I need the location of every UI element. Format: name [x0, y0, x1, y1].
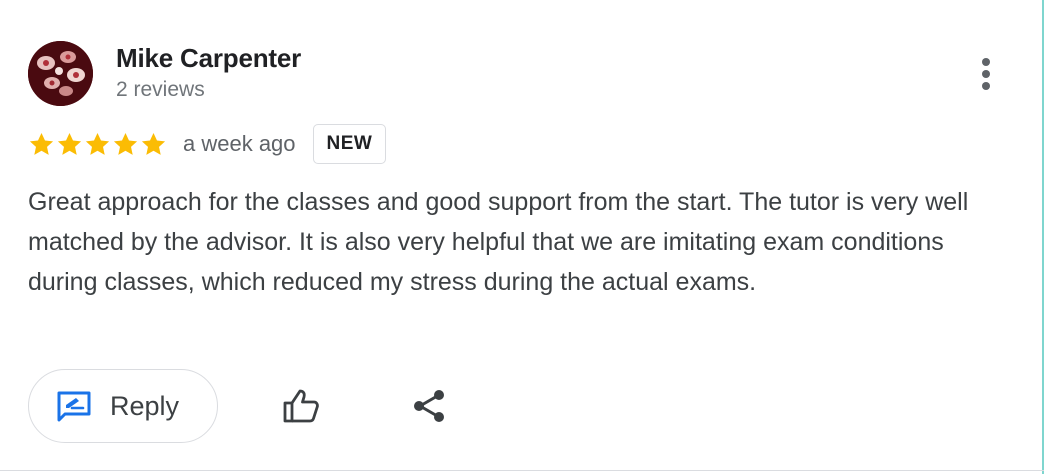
- star-icon: [141, 132, 166, 155]
- thumbs-up-icon: [283, 389, 319, 423]
- reply-label: Reply: [110, 390, 180, 421]
- share-icon: [414, 390, 444, 422]
- star-icon: [113, 132, 138, 155]
- rating-row: a week ago NEW: [28, 122, 387, 166]
- like-button[interactable]: [276, 381, 326, 431]
- reply-edit-icon: [57, 391, 91, 422]
- reply-button[interactable]: Reply: [28, 369, 218, 443]
- review-time: a week ago: [183, 131, 296, 156]
- avatar[interactable]: [28, 41, 93, 106]
- avatar-photo: [28, 41, 93, 106]
- star-icon: [29, 132, 54, 155]
- review-text: Great approach for the classes and good …: [28, 188, 969, 296]
- new-badge: NEW: [312, 124, 387, 164]
- star-icon: [57, 132, 82, 155]
- review-count[interactable]: 2 reviews: [116, 78, 205, 102]
- more-options-button[interactable]: [970, 54, 1002, 94]
- share-button[interactable]: [404, 381, 454, 431]
- star-rating: [28, 131, 167, 158]
- divider: [0, 470, 1044, 471]
- more-vert-icon: [982, 58, 990, 90]
- reviewer-name[interactable]: Mike Carpenter: [116, 43, 301, 74]
- star-icon: [85, 132, 110, 155]
